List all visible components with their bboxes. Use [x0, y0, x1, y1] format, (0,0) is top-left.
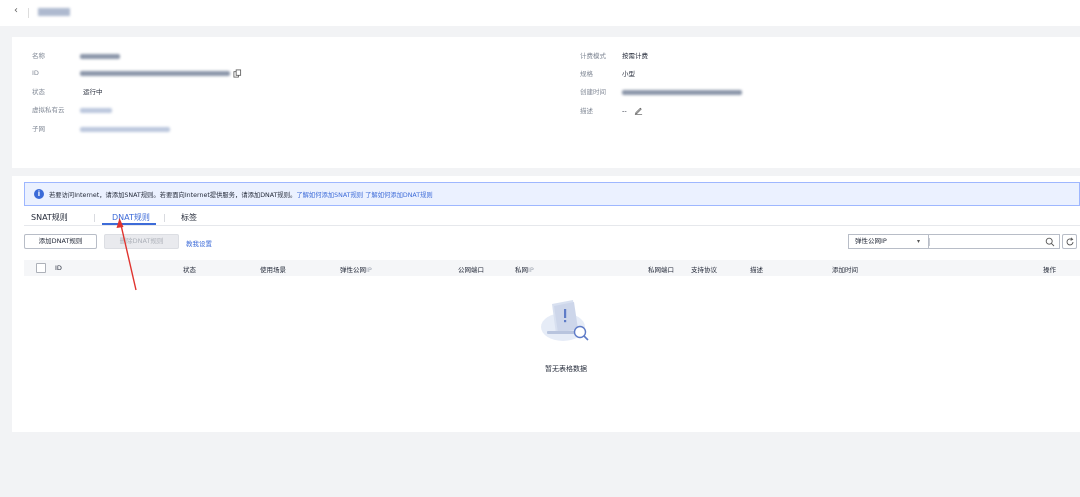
column-header-actions: 操作	[1043, 266, 1056, 274]
label-vpc: 虚拟私有云	[32, 106, 65, 114]
column-header-scenario: 使用场景	[260, 266, 286, 274]
link-how-to-add-dnat[interactable]: 了解如何添加DNAT规则	[365, 192, 433, 199]
search-icon[interactable]	[1045, 237, 1055, 247]
label-created: 创建时间	[580, 88, 606, 96]
refresh-icon	[1066, 237, 1074, 246]
column-header-private-ip-suffix: IP	[528, 266, 534, 274]
tab-tags[interactable]: 标签	[181, 212, 197, 223]
label-status: 状态	[32, 88, 45, 96]
label-id: ID	[32, 69, 39, 77]
empty-state-text: 暂无表格数据	[545, 365, 587, 373]
caret-down-icon: ▾	[916, 238, 920, 245]
copy-icon[interactable]	[233, 69, 242, 78]
value-created-redacted	[622, 90, 742, 95]
refresh-button[interactable]	[1062, 234, 1077, 249]
info-notice: i 若要访问Internet，请添加SNAT规则。若要面向Internet提供服…	[24, 182, 1080, 206]
tab-snat-rules[interactable]: SNAT规则	[31, 212, 68, 223]
chevron-left-icon[interactable]: ‹	[14, 5, 18, 16]
filter-selected-value: 弹性公网IP	[855, 237, 887, 245]
column-header-status: 状态	[183, 266, 196, 274]
column-header-eip-suffix: IP	[366, 266, 372, 274]
tab-bar: SNAT规则 DNAT规则 标签	[24, 210, 1080, 226]
top-bar: ‹	[0, 0, 1080, 26]
column-header-protocol: 支持协议	[691, 266, 717, 274]
label-spec: 规格	[580, 70, 593, 78]
add-dnat-rule-button[interactable]: 添加DNAT规则	[24, 234, 97, 249]
delete-dnat-rule-button[interactable]: 删除DNAT规则	[104, 234, 179, 249]
tab-divider	[94, 214, 95, 222]
value-spec: 小型	[622, 70, 635, 78]
divider	[929, 238, 930, 246]
column-header-private-ip-label: 私网	[515, 266, 528, 274]
column-header-private-port: 私网端口	[648, 266, 674, 274]
link-how-to-add-snat[interactable]: 了解如何添加SNAT规则	[296, 192, 363, 199]
column-header-public-port: 公网端口	[458, 266, 484, 274]
column-header-description: 描述	[750, 266, 763, 274]
setup-guide-link[interactable]: 教我设置	[186, 238, 212, 248]
label-name: 名称	[32, 52, 45, 60]
search-input[interactable]	[928, 234, 1060, 249]
tab-divider	[164, 214, 165, 222]
value-desc: --	[622, 107, 627, 115]
table-header: ID 状态 使用场景 弹性公网IP 公网端口 私网IP 私网端口 支持协议 描述…	[24, 260, 1080, 276]
column-header-private-ip: 私网IP	[515, 264, 534, 274]
notice-text: 若要访问Internet，请添加SNAT规则。若要面向Internet提供服务，…	[49, 190, 433, 199]
value-status: 运行中	[83, 88, 103, 96]
value-subnet-redacted[interactable]	[80, 127, 170, 132]
column-header-eip: 弹性公网IP	[340, 264, 372, 274]
empty-data-icon	[541, 300, 589, 341]
column-header-eip-label: 弹性公网	[340, 266, 366, 274]
label-billing: 计费模式	[580, 52, 606, 60]
value-name-redacted	[80, 54, 120, 59]
column-header-added-time: 添加时间	[832, 266, 858, 274]
search-filter-select[interactable]: 弹性公网IP ▾	[848, 234, 928, 249]
active-tab-indicator	[102, 223, 156, 225]
tab-dnat-rules[interactable]: DNAT规则	[112, 212, 150, 223]
label-subnet: 子网	[32, 125, 45, 133]
column-header-id: ID	[55, 264, 62, 272]
notice-message: 若要访问Internet，请添加SNAT规则。若要面向Internet提供服务，…	[49, 192, 297, 199]
select-all-checkbox[interactable]	[36, 263, 46, 273]
page-title-redacted	[38, 8, 70, 16]
basic-info-card: 名称 ID 状态 运行中 虚拟私有云 子网 计费模式 按需计费 规格 小型 创建…	[12, 37, 1080, 168]
info-icon: i	[34, 189, 44, 199]
label-desc: 描述	[580, 107, 593, 115]
edit-icon[interactable]	[634, 106, 643, 115]
divider	[28, 8, 29, 18]
value-vpc-redacted[interactable]	[80, 108, 112, 113]
value-billing: 按需计费	[622, 52, 648, 60]
dnat-rules-card: i 若要访问Internet，请添加SNAT规则。若要面向Internet提供服…	[12, 176, 1080, 432]
value-id-redacted	[80, 71, 230, 76]
